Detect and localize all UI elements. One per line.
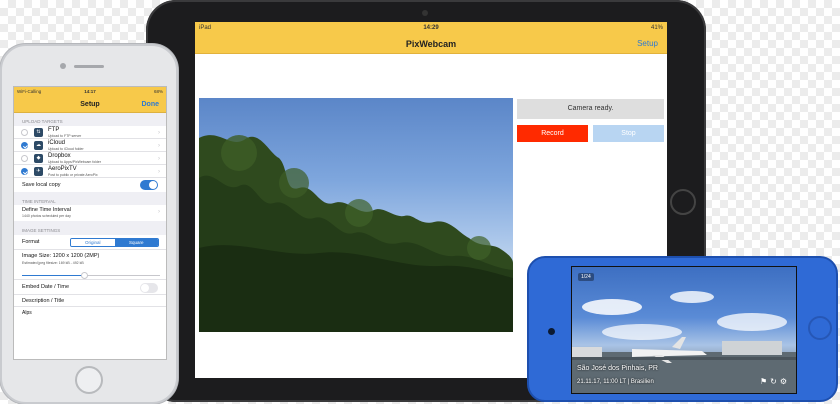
description-input[interactable]: Alps <box>22 310 32 316</box>
iphone-home-button[interactable] <box>75 366 103 394</box>
format-original-option[interactable]: Original <box>71 239 115 246</box>
refresh-icon[interactable]: ↻ <box>770 377 780 386</box>
iphone-screen: WiFi-Calling 14:17 68% Setup Done UPLOAD… <box>13 86 167 360</box>
ipod-camera <box>548 328 555 335</box>
image-settings-header: IMAGE SETTINGS <box>22 228 61 233</box>
chevron-right-icon: › <box>158 143 160 149</box>
ftp-icon: ⇅ <box>34 128 43 137</box>
photo-action-icons: ⚑↻⚙ <box>760 377 790 386</box>
format-square-option[interactable]: Square <box>114 239 158 246</box>
upload-targets-group: ⇅ FTP Upload to FTP server › ☁ iCloud Up… <box>14 126 166 192</box>
format-label: Format <box>22 239 40 245</box>
save-local-row: Save local copy <box>14 178 166 191</box>
interval-title: Define Time Interval <box>22 207 71 213</box>
record-button[interactable]: Record <box>517 125 588 142</box>
ipad-nav-bar: PixWebcam Setup <box>195 34 667 54</box>
chevron-right-icon: › <box>158 156 160 162</box>
done-button[interactable]: Done <box>142 101 160 108</box>
description-label: Description / Title <box>22 298 65 304</box>
description-row: Description / Title <box>14 295 166 307</box>
format-segmented-control[interactable]: Original Square <box>70 238 159 247</box>
target-title: AeroPixTV <box>48 166 77 172</box>
stop-button[interactable]: Stop <box>593 125 664 142</box>
target-title: Dropbox <box>48 153 71 159</box>
plane-icon: ✈ <box>34 167 43 176</box>
iphone-speaker <box>74 65 104 68</box>
tree-scene-image <box>199 135 513 332</box>
save-local-toggle[interactable] <box>140 180 158 190</box>
image-size-slider[interactable] <box>22 272 160 279</box>
target-subtitle: Post to public or private AeroPix <box>48 173 98 177</box>
dropbox-checkbox[interactable] <box>21 155 28 162</box>
aeropixtv-checkbox[interactable] <box>21 168 28 175</box>
target-title: FTP <box>48 127 60 133</box>
iphone-clock: 14:17 <box>84 89 96 94</box>
camera-preview <box>199 98 513 332</box>
settings-icon[interactable]: ⚙ <box>780 377 790 386</box>
embed-date-label: Embed Date / Time <box>22 284 70 290</box>
photo-timestamp: 21.11.17, 11:00 LT | Brasilien <box>577 379 654 385</box>
image-size-label: Image Size: 1200 x 1200 (2MP) <box>22 253 100 259</box>
target-subtitle: Upload to Apps/PixWebcam folder <box>48 160 102 164</box>
ipad-home-button[interactable] <box>670 189 696 215</box>
icloud-checkbox[interactable] <box>21 142 28 149</box>
time-interval-header: TIME INTERVAL <box>22 199 56 204</box>
target-row-icloud[interactable]: ☁ iCloud Upload to iCloud folder › <box>14 139 166 152</box>
format-row: Format Original Square <box>14 235 166 250</box>
chevron-right-icon: › <box>158 169 160 175</box>
target-subtitle: Upload to iCloud folder <box>48 147 84 151</box>
iphone-status-bar: WiFi-Calling 14:17 68% <box>14 87 166 96</box>
embed-date-toggle[interactable] <box>140 283 158 293</box>
iphone-nav-bar: Setup Done <box>14 96 166 113</box>
ipad-status-bar: iPad 14:29 41% <box>195 22 667 34</box>
photo-counter-badge: 1/24 <box>578 273 594 281</box>
chevron-right-icon: › <box>158 209 160 215</box>
target-row-ftp[interactable]: ⇅ FTP Upload to FTP server › <box>14 126 166 139</box>
time-interval-group: Define Time Interval 1440 photos schedul… <box>14 205 166 221</box>
iphone-battery: 68% <box>153 89 163 94</box>
airport-scene-image <box>572 291 796 393</box>
target-title: iCloud <box>48 140 66 146</box>
image-size-estimate: Estimated jpeg filesize: 169 kB - 492 kB <box>22 261 84 265</box>
ipod-device: 1/24 São José dos Pinhais, PR 21.11.17, … <box>527 256 838 402</box>
image-settings-group: Format Original Square Image Size: 1200 … <box>14 235 166 359</box>
ipad-clock: 14:29 <box>423 25 439 31</box>
photo-location: São José dos Pinhais, PR <box>577 365 658 372</box>
ipod-home-button[interactable] <box>808 316 832 340</box>
target-row-dropbox[interactable]: ◆ Dropbox Upload to Apps/PixWebcam folde… <box>14 152 166 165</box>
ipad-camera <box>422 10 428 16</box>
target-row-aeropixtv[interactable]: ✈ AeroPixTV Post to public or private Ae… <box>14 165 166 178</box>
ipod-screen: 1/24 São José dos Pinhais, PR 21.11.17, … <box>571 266 797 394</box>
upload-targets-header: UPLOAD TARGETS <box>22 119 63 124</box>
page-title: PixWebcam <box>405 39 457 49</box>
description-value-row[interactable]: Alps <box>14 307 166 319</box>
ftp-checkbox[interactable] <box>21 129 28 136</box>
flag-icon[interactable]: ⚑ <box>760 377 770 386</box>
image-size-row: Image Size: 1200 x 1200 (2MP) Estimated … <box>14 250 166 280</box>
ipad-battery: 41% <box>650 25 663 31</box>
define-interval-row[interactable]: Define Time Interval 1440 photos schedul… <box>14 205 166 221</box>
setup-button[interactable]: Setup <box>637 39 658 48</box>
camera-status-label: Camera ready. <box>517 99 664 119</box>
iphone-camera <box>60 63 66 69</box>
iphone-device: WiFi-Calling 14:17 68% Setup Done UPLOAD… <box>0 44 178 404</box>
save-local-label: Save local copy <box>22 181 61 188</box>
slider-fill <box>22 275 85 276</box>
interval-subtitle: 1440 photos scheduled per day <box>22 214 71 218</box>
dropbox-icon: ◆ <box>34 154 43 163</box>
cloud-icon: ☁ <box>34 141 43 150</box>
embed-date-row: Embed Date / Time <box>14 280 166 295</box>
slider-knob[interactable] <box>80 272 88 279</box>
target-subtitle: Upload to FTP server <box>48 134 82 138</box>
chevron-right-icon: › <box>158 130 160 136</box>
